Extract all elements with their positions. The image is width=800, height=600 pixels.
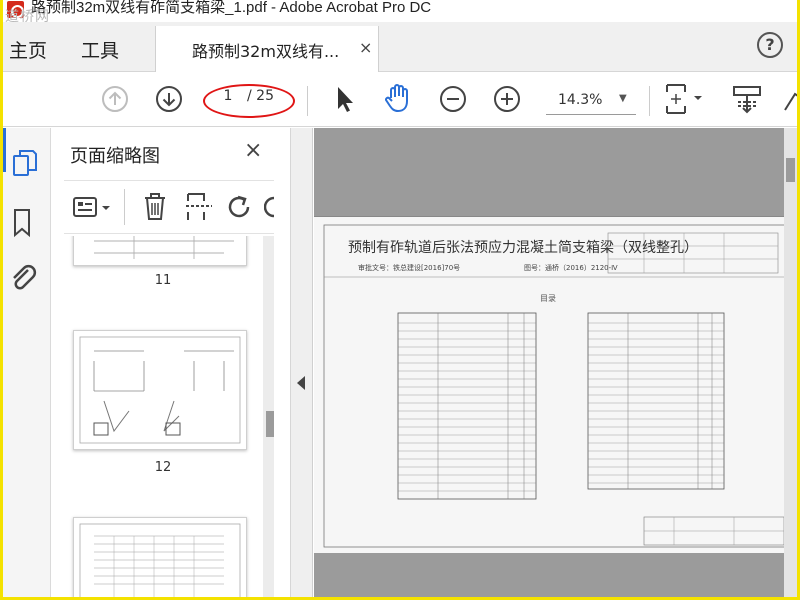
rail-active-indicator [3,128,6,172]
thumbnail-image [79,523,241,597]
chevron-down-icon: ▼ [619,93,627,104]
tab-document[interactable]: 路预制32m双线有... × [155,26,379,72]
title-bar: 路预制32m双线有砟简支箱梁_1.pdf - Adobe Acrobat Pro… [3,0,797,25]
thumbnail-image [79,336,241,444]
thumbnails-panel: 页面缩略图 × 11 12 [52,128,291,597]
toolbar-divider [124,189,125,225]
document-toc-heading: 目录 [540,294,556,303]
attachment-icon[interactable] [9,262,37,294]
thumbnail-page[interactable] [73,236,247,266]
close-panel-icon[interactable]: × [244,138,262,163]
document-viewer: 预制有砟轨道后张法预应力混凝土简支箱梁（双线整孔） 审批文号：铁总建设[2016… [314,128,797,597]
toolbar-divider [649,86,650,116]
document-tab-label: 路预制32m双线有... [192,42,340,61]
delete-icon[interactable] [142,191,168,223]
toolbar-divider [307,86,308,116]
window-title: 路预制32m双线有砟简支箱梁_1.pdf - Adobe Acrobat Pro… [31,0,432,16]
collapse-panel-icon[interactable] [297,376,305,390]
insert-page-icon[interactable] [184,191,214,223]
scroll-mode-icon[interactable] [730,82,764,116]
page-thumbnails-icon[interactable] [11,148,39,180]
highlight-annotation-ellipse [203,84,295,118]
thumbnail-image [94,236,234,259]
highlight-icon[interactable] [783,86,797,116]
tab-bar: 主页 工具 路预制32m双线有... × ? [3,22,797,72]
zoom-value: 14.3% [558,92,603,108]
thumbnail-page[interactable] [73,330,247,450]
fit-page-icon[interactable] [661,82,707,116]
rotate-clockwise-icon[interactable] [264,193,276,221]
acrobat-window: 路预制32m双线有砟简支箱梁_1.pdf - Adobe Acrobat Pro… [3,0,797,597]
zoom-in-icon[interactable] [492,84,522,114]
document-scrollbar[interactable] [784,128,797,597]
thumbnail-options-icon[interactable] [72,195,116,221]
scrollbar-thumb[interactable] [266,411,274,437]
arrow-up-circle-icon[interactable] [100,84,130,114]
help-icon[interactable]: ? [757,32,783,58]
thumbnail-label: 12 [154,460,172,475]
tab-tools[interactable]: 工具 [81,36,119,63]
panel-splitter[interactable] [291,128,313,597]
panel-title: 页面缩略图 [70,146,160,167]
thumbnail-scrollbar[interactable] [263,236,274,597]
thumbnail-toolbar [64,180,276,234]
tab-home[interactable]: 主页 [9,36,47,63]
document-approval: 审批文号：铁总建设[2016]70号 [358,264,461,272]
zoom-dropdown[interactable]: 14.3% ▼ [546,85,636,115]
navigation-rail [3,128,51,597]
document-title: 预制有砟轨道后张法预应力混凝土简支箱梁（双线整孔） [348,240,698,256]
select-cursor-icon[interactable] [331,83,357,115]
thumbnail-page[interactable] [73,517,247,597]
rotate-icon[interactable] [226,193,254,221]
bookmark-icon[interactable] [12,207,34,239]
scrollbar-thumb[interactable] [786,158,795,182]
hand-tool-icon[interactable] [382,82,414,114]
zoom-out-icon[interactable] [438,84,468,114]
arrow-down-circle-icon[interactable] [154,84,184,114]
document-drawing-number: 图号：通桥（2016）2120-Ⅳ [524,264,618,272]
document-page: 预制有砟轨道后张法预应力混凝土简支箱梁（双线整孔） 审批文号：铁总建设[2016… [314,216,797,553]
thumbnail-list: 11 12 [52,236,274,597]
close-tab-icon[interactable]: × [359,38,372,57]
thumbnail-label: 11 [154,273,172,288]
